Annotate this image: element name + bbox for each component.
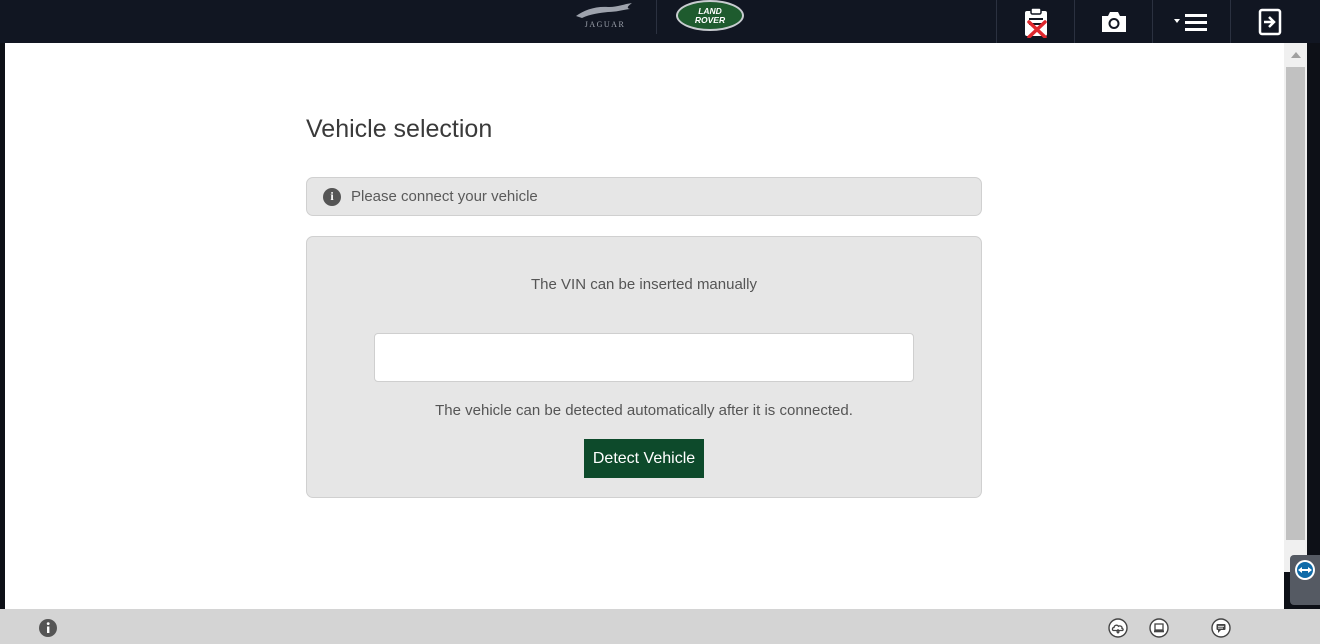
- cloud-icon: [1108, 618, 1128, 638]
- vertical-scrollbar[interactable]: [1284, 43, 1307, 572]
- menu-button[interactable]: [1152, 0, 1230, 43]
- status-info-button[interactable]: [38, 618, 58, 638]
- info-icon: [39, 619, 57, 637]
- laptop-icon: [1149, 618, 1169, 638]
- vin-panel: The VIN can be inserted manually The veh…: [306, 236, 982, 498]
- remote-support-tab[interactable]: [1290, 555, 1320, 605]
- land-rover-line-2: ROVER: [694, 14, 726, 25]
- cloud-status-button[interactable]: [1108, 618, 1128, 638]
- right-edge: [1307, 43, 1320, 609]
- vin-manual-hint: The VIN can be inserted manually: [531, 276, 757, 293]
- page-title: Vehicle selection: [306, 115, 493, 143]
- scroll-up-arrow-icon: [1290, 51, 1301, 58]
- info-icon: i: [323, 187, 341, 206]
- brand-divider: [656, 0, 657, 34]
- logout-icon: [1258, 8, 1281, 35]
- main-content: Vehicle selection i Please connect your …: [5, 43, 1284, 609]
- vin-input[interactable]: [374, 333, 914, 382]
- clipboard-cancel-button[interactable]: [996, 0, 1074, 43]
- top-bar: JAGUAR LAND ROVER: [0, 0, 1320, 43]
- chat-icon: [1211, 618, 1231, 638]
- jaguar-wordmark: JAGUAR: [584, 20, 626, 29]
- messages-button[interactable]: [1211, 618, 1231, 638]
- scroll-thumb[interactable]: [1286, 67, 1305, 540]
- jaguar-logo: JAGUAR: [568, 0, 640, 36]
- menu-icon: [1173, 13, 1207, 31]
- screenshot-button[interactable]: [1074, 0, 1152, 43]
- logout-button[interactable]: [1230, 0, 1308, 43]
- connect-banner: i Please connect your vehicle: [306, 177, 982, 216]
- auto-detect-hint: The vehicle can be detected automaticall…: [435, 402, 853, 419]
- remote-support-icon: [1295, 560, 1315, 580]
- device-status-button[interactable]: [1149, 618, 1169, 638]
- bottom-bar: [0, 609, 1320, 644]
- jaguar-leaper-icon: [576, 3, 632, 18]
- connect-message: Please connect your vehicle: [351, 188, 538, 205]
- camera-icon: [1101, 11, 1126, 32]
- detect-vehicle-button[interactable]: Detect Vehicle: [584, 439, 704, 478]
- land-rover-logo: LAND ROVER: [676, 0, 744, 31]
- scroll-up-button[interactable]: [1284, 43, 1307, 66]
- app-window: JAGUAR LAND ROVER Vehicle selection i Pl…: [0, 0, 1320, 644]
- clipboard-cancel-icon: [1024, 6, 1047, 38]
